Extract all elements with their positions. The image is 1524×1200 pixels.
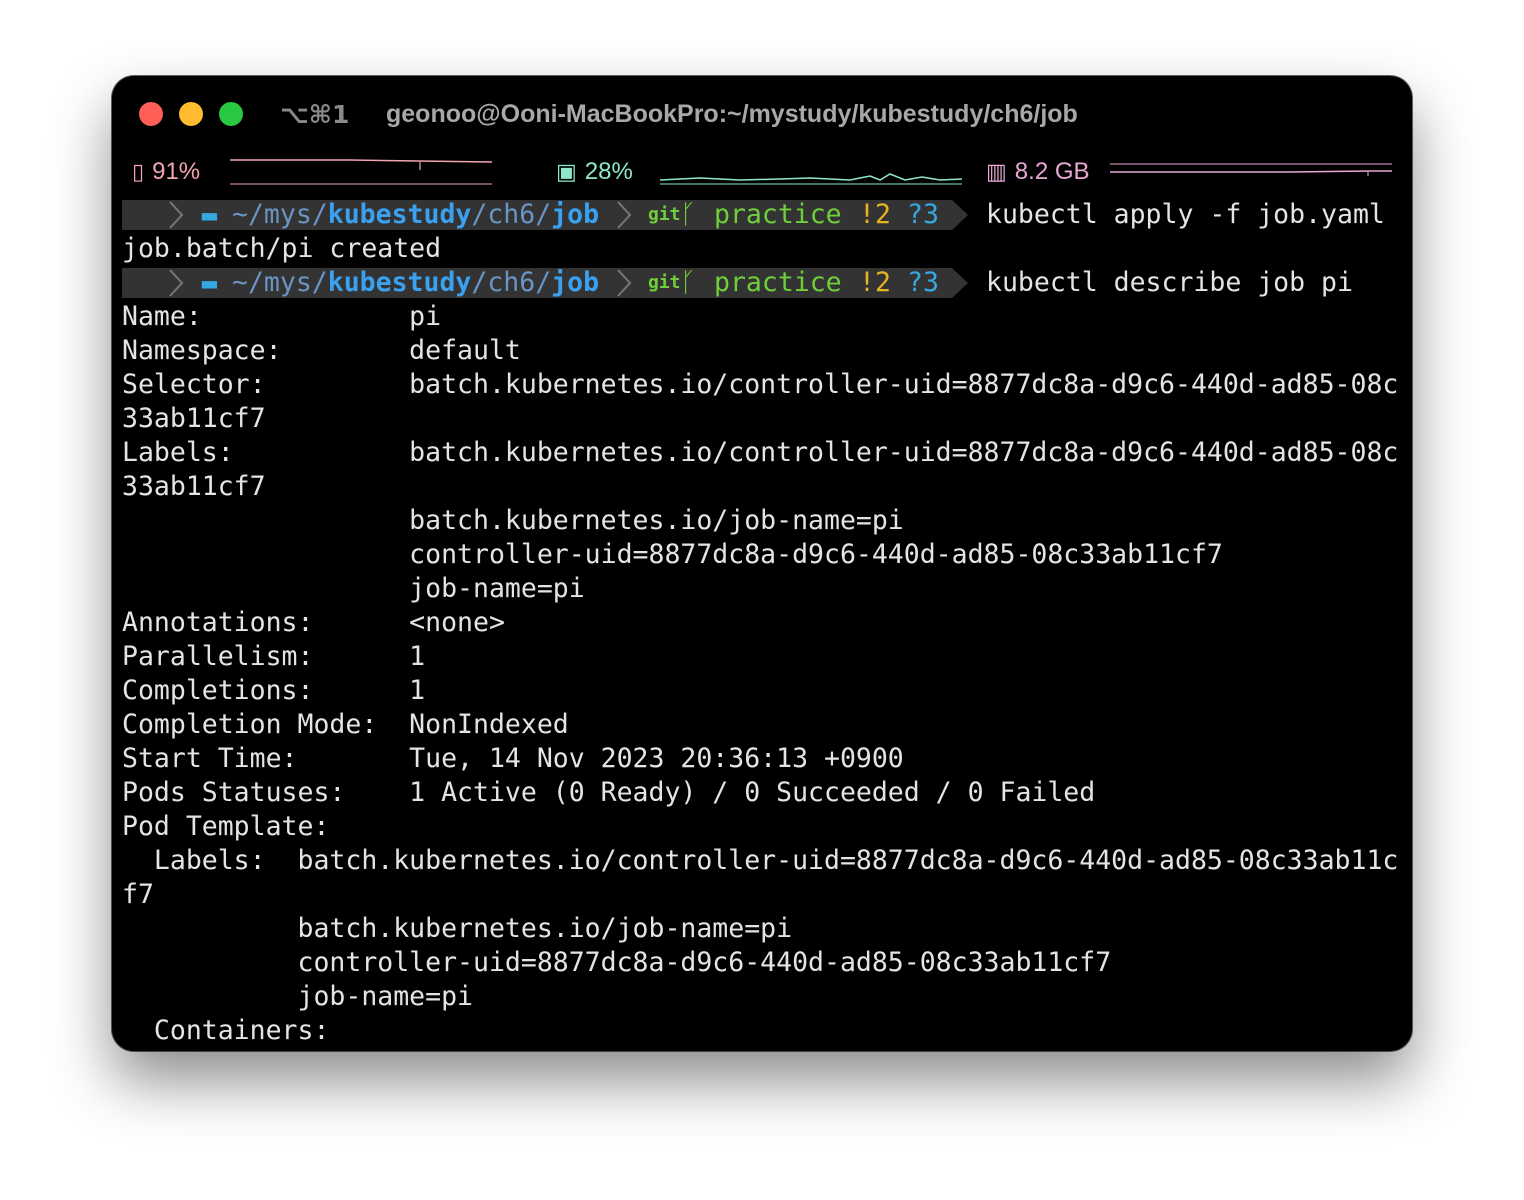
output-line: job-name=pi [122,573,585,604]
output-line: Pod Template: [122,811,330,842]
output-line: 33ab11cf7 [122,471,266,502]
branch-icon: ᚴ [680,199,696,230]
git-icon: git [648,204,681,225]
battery-status: ▯ 91% [132,158,200,186]
output-line: job-name=pi [122,981,473,1012]
memory-value: 8.2 GB [1014,158,1090,185]
output-line: Name: pi [122,301,442,332]
cpu-icon: ▣ [556,160,577,185]
git-untracked: ?3 [907,267,939,298]
minimize-button[interactable] [179,102,203,126]
git-branch: practice [714,199,842,230]
output-line: Start Time: Tue, 14 Nov 2023 20:36:13 +0… [122,743,904,774]
output-line: Annotations: <none> [122,607,505,638]
prompt-segment: ▬ ~/mys/kubestudy/ch6/job git ᚴ practice… [122,200,968,230]
output-line: batch.kubernetes.io/job-name=pi [122,913,793,944]
prompt-line: ▬ ~/mys/kubestudy/ch6/job git ᚴ practice… [122,198,1412,232]
battery-graph [230,159,492,185]
cpu-value: 28% [584,158,633,185]
output-line: Labels: batch.kubernetes.io/controller-u… [122,845,1399,876]
memory-status: ▥ 8.2 GB [986,158,1090,186]
cwd-path: ~/mys/kubestudy/ch6/job [232,267,600,298]
title-bar: ⌥⌘1 geonoo@Ooni-MacBookPro:~/mystudy/kub… [112,76,1412,152]
output-line: 33ab11cf7 [122,403,266,434]
command-text: kubectl apply -f job.yaml [986,199,1385,230]
tab-shortcut: ⌥⌘1 [280,100,350,129]
output-line: Completions: 1 [122,675,426,706]
close-button[interactable] [139,102,163,126]
git-modified: !2 [859,199,891,230]
output-line: Parallelism: 1 [122,641,426,672]
output-line: Selector: batch.kubernetes.io/controller… [122,369,1399,400]
cwd-path: ~/mys/kubestudy/ch6/job [232,199,600,230]
output-line: job.batch/pi created [122,233,442,264]
cpu-status: ▣ 28% [556,158,633,186]
git-modified: !2 [859,267,891,298]
cpu-graph [660,173,962,185]
output-line: f7 [122,879,154,910]
prompt-segment: ▬ ~/mys/kubestudy/ch6/job git ᚴ practice… [122,268,968,298]
zoom-button[interactable] [219,102,243,126]
branch-icon: ᚴ [680,267,696,298]
output-line: Completion Mode: NonIndexed [122,709,569,740]
terminal-window: ⌥⌘1 geonoo@Ooni-MacBookPro:~/mystudy/kub… [112,76,1412,1051]
memory-graph [1110,163,1392,176]
output-line: Pods Statuses: 1 Active (0 Ready) / 0 Su… [122,777,1096,808]
prompt-line: ▬ ~/mys/kubestudy/ch6/job git ᚴ practice… [122,266,1412,300]
git-untracked: ?3 [907,199,939,230]
command-text: kubectl describe job pi [986,267,1353,298]
memory-icon: ▥ [986,160,1007,185]
output-line: batch.kubernetes.io/job-name=pi [122,505,904,536]
folder-icon: ▬ [200,271,219,295]
output-line: Namespace: default [122,335,521,366]
output-line: Containers: [122,1015,330,1046]
folder-icon: ▬ [200,203,219,227]
git-icon: git [648,272,681,293]
output-line: controller-uid=8877dc8a-d9c6-440d-ad85-0… [122,947,1112,978]
battery-icon: ▯ [132,160,145,185]
window-title: geonoo@Ooni-MacBookPro:~/mystudy/kubestu… [386,100,1078,128]
battery-value: 91% [152,158,201,185]
git-branch: practice [714,267,842,298]
output-line: Labels: batch.kubernetes.io/controller-u… [122,437,1399,468]
terminal-output[interactable]: ▬ ~/mys/kubestudy/ch6/job git ᚴ practice… [122,198,1412,1048]
output-line: controller-uid=8877dc8a-d9c6-440d-ad85-0… [122,539,1223,570]
